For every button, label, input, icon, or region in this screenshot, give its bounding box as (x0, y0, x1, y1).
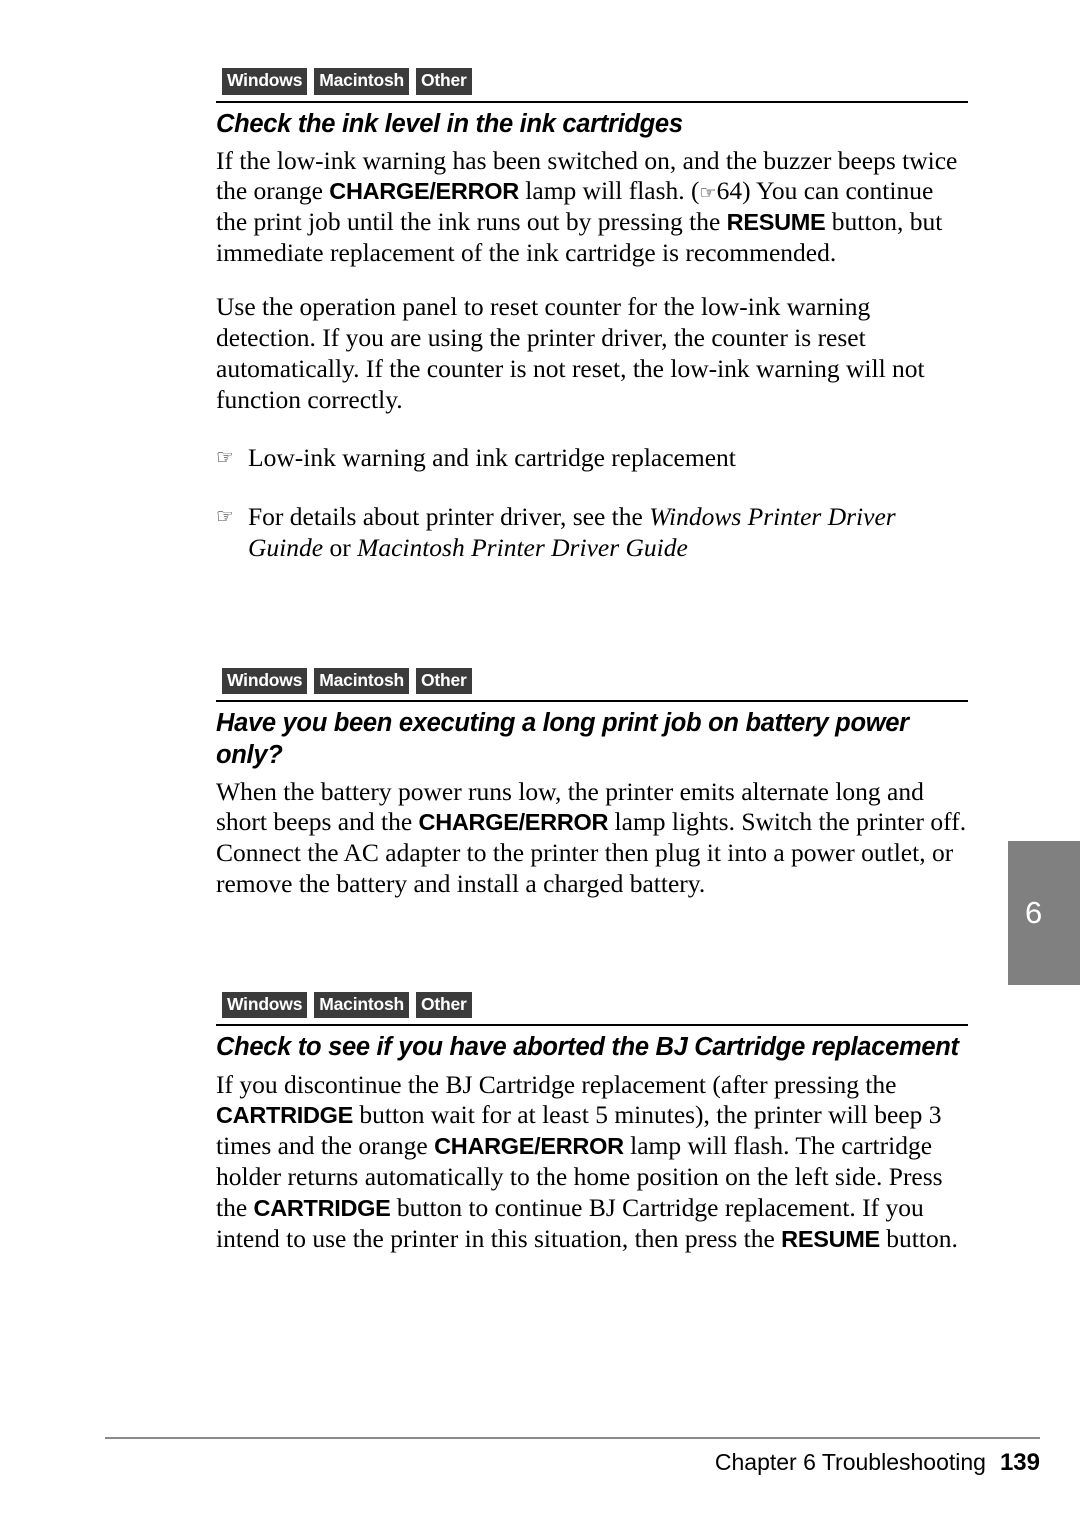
paragraph-battery-low: When the battery power runs low, the pri… (216, 777, 968, 900)
tag-macintosh: Macintosh (314, 68, 409, 95)
section-battery-power: Windows Macintosh Other Have you been ex… (216, 667, 968, 900)
kbd-cartridge: CARTRIDGE (216, 1102, 353, 1129)
footer-page-number: 139 (999, 1449, 1040, 1476)
text-fragment: lamp will flash. ( (518, 176, 700, 206)
text-fragment: button. (879, 1223, 958, 1253)
document-page: Windows Macintosh Other Check the ink le… (0, 0, 1080, 1533)
footer-divider (105, 1437, 1040, 1439)
kbd-charge-error: CHARGE/ERROR (434, 1133, 624, 1160)
chapter-number: 6 (1025, 895, 1043, 930)
paragraph-aborted-replacement: If you discontinue the BJ Cartridge repl… (216, 1070, 968, 1255)
section-divider (216, 100, 968, 103)
tag-macintosh: Macintosh (314, 991, 409, 1019)
cross-reference-page: 64 (716, 176, 743, 206)
page-footer: Chapter 6 Troubleshooting 139 (105, 1449, 1040, 1477)
paragraph-ink-warning: If the low-ink warning has been switched… (216, 146, 968, 269)
note-text: Low-ink warning and ink cartridge replac… (248, 443, 736, 473)
pointing-hand-icon: ☞ (216, 504, 234, 529)
note-text: For details about printer driver, see th… (248, 502, 968, 564)
chapter-thumb-tab: 6 (1008, 841, 1080, 985)
section-divider (216, 700, 968, 703)
section-heading: Have you been executing a long print job… (216, 709, 909, 769)
pointing-hand-icon: ☞ (216, 445, 234, 470)
page-content: Windows Macintosh Other Check the ink le… (216, 68, 968, 1255)
section-heading: Check to see if you have aborted the BJ … (216, 1033, 959, 1062)
kbd-resume: RESUME (726, 209, 826, 236)
platform-tag-row: Windows Macintosh Other (222, 68, 968, 95)
section-divider (216, 1024, 968, 1027)
kbd-cartridge: CARTRIDGE (253, 1194, 391, 1221)
paragraph-reset-counter: Use the operation panel to reset counter… (216, 291, 925, 414)
text-fragment: or (323, 533, 358, 563)
tag-other: Other (416, 667, 472, 695)
footer-chapter-label: Chapter 6 Troubleshooting (714, 1449, 986, 1475)
tag-other: Other (416, 68, 472, 95)
kbd-resume: RESUME (781, 1225, 880, 1252)
text-fragment: For details about printer driver, see th… (248, 502, 650, 532)
tag-macintosh: Macintosh (314, 667, 409, 695)
kbd-charge-error: CHARGE/ERROR (418, 809, 609, 836)
tag-windows: Windows (222, 667, 308, 695)
tag-windows: Windows (222, 991, 308, 1019)
note-item-driver-guide: ☞ For details about printer driver, see … (216, 502, 968, 564)
platform-tag-row: Windows Macintosh Other (222, 991, 968, 1019)
guide-title-macintosh: Macintosh Printer Driver Guide (357, 533, 688, 563)
tag-other: Other (416, 991, 472, 1019)
tag-windows: Windows (222, 68, 308, 95)
text-fragment: If you discontinue the BJ Cartridge repl… (216, 1069, 897, 1099)
platform-tag-row: Windows Macintosh Other (222, 667, 968, 695)
section-ink-level: Windows Macintosh Other Check the ink le… (216, 68, 968, 564)
note-item-low-ink: ☞ Low-ink warning and ink cartridge repl… (216, 443, 968, 474)
pointing-hand-icon: ☞ (699, 182, 717, 205)
section-aborted-cartridge: Windows Macintosh Other Check to see if … (216, 991, 968, 1255)
kbd-charge-error: CHARGE/ERROR (329, 178, 519, 205)
section-heading: Check the ink level in the ink cartridge… (216, 109, 683, 138)
